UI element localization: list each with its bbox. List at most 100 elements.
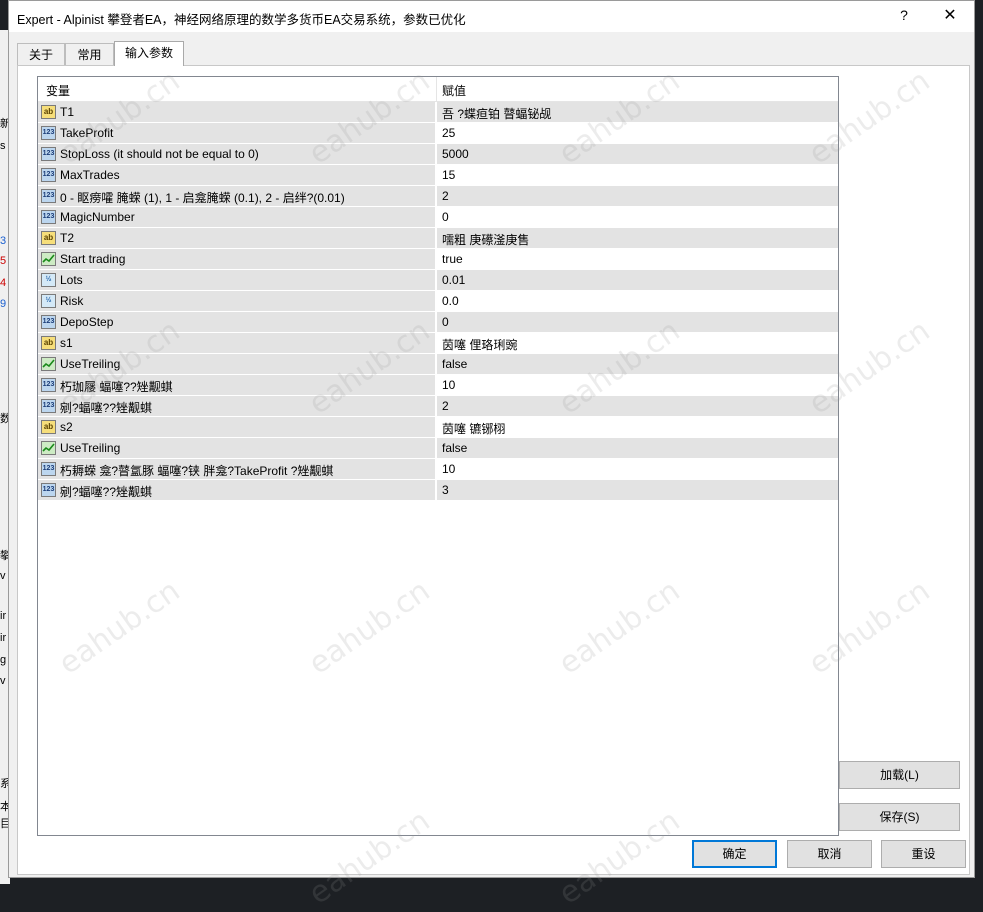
table-row[interactable]: 123 剜?蝠噻??矬觏蜞 3 [38, 480, 838, 501]
tab-common[interactable]: 常用 [65, 43, 114, 65]
value-cell[interactable]: 2 [437, 396, 838, 416]
variable-cell[interactable]: ab T1 [38, 102, 436, 122]
table-row[interactable]: 123 朽耨蝾 龛?瞽氲豚 蝠噻?铗 胖龛?TakeProfit ?矬觏蜞 10 [38, 459, 838, 480]
value-cell[interactable]: 嚅粗 庚礤滏庚售 [437, 228, 838, 248]
value-cell[interactable]: 0 [437, 207, 838, 227]
integer-type-icon: 123 [41, 210, 56, 224]
value-cell[interactable]: 5000 [437, 144, 838, 164]
variable-name: UseTreiling [60, 357, 121, 371]
variable-value[interactable]: 0.0 [442, 294, 459, 308]
ok-button[interactable]: 确定 [692, 840, 777, 868]
reset-button[interactable]: 重设 [881, 840, 966, 868]
value-cell[interactable]: false [437, 354, 838, 374]
variable-value[interactable]: 25 [442, 126, 455, 140]
table-row[interactable]: 123 MagicNumber 0 [38, 207, 838, 228]
table-row[interactable]: 123 朽珈屦 蝠噻??矬觏蜞 10 [38, 375, 838, 396]
variable-value[interactable]: 10 [442, 462, 455, 476]
variable-value[interactable]: 茵噻 俚珞琍豌 [442, 336, 517, 353]
value-cell[interactable]: 3 [437, 480, 838, 500]
value-cell[interactable]: 25 [437, 123, 838, 143]
table-row[interactable]: ab T1 吾 ?蝶疸铂 瞽蝠铋觇 [38, 102, 838, 123]
variable-cell[interactable]: Start trading [38, 249, 436, 269]
variable-value[interactable]: 2 [442, 399, 449, 413]
variable-name: Start trading [60, 252, 126, 266]
variable-value[interactable]: 0.01 [442, 273, 465, 287]
integer-type-icon: 123 [41, 399, 56, 413]
value-cell[interactable]: 0.01 [437, 270, 838, 290]
variable-cell[interactable]: ab s1 [38, 333, 436, 353]
table-row[interactable]: 123 MaxTrades 15 [38, 165, 838, 186]
column-header-variable[interactable]: 变量 [46, 82, 70, 99]
variable-cell[interactable]: 123 0 - 眍痨嚯 腌蝾 (1), 1 - 启龛腌蝾 (0.1), 2 - 启… [38, 186, 436, 206]
variable-value[interactable]: 嚅粗 庚礤滏庚售 [442, 231, 529, 248]
value-cell[interactable]: 茵噻 镳铘栩 [437, 417, 838, 437]
table-row[interactable]: ½ Risk 0.0 [38, 291, 838, 312]
cancel-button[interactable]: 取消 [787, 840, 872, 868]
integer-type-icon: 123 [41, 189, 56, 203]
tab-inputs[interactable]: 输入参数 [114, 41, 184, 66]
table-row[interactable]: ab s1 茵噻 俚珞琍豌 [38, 333, 838, 354]
variable-value[interactable]: 5000 [442, 147, 469, 161]
variable-value[interactable]: 茵噻 镳铘栩 [442, 420, 505, 437]
value-cell[interactable]: 0 [437, 312, 838, 332]
bool-type-icon [41, 441, 56, 455]
variable-cell[interactable]: 123 MaxTrades [38, 165, 436, 185]
variable-value[interactable]: 15 [442, 168, 455, 182]
load-button[interactable]: 加载(L) [839, 761, 960, 789]
variable-cell[interactable]: UseTreiling [38, 354, 436, 374]
variable-value[interactable]: 3 [442, 483, 449, 497]
variable-cell[interactable]: ab T2 [38, 228, 436, 248]
tab-about[interactable]: 关于 [17, 43, 65, 65]
variable-cell[interactable]: 123 StopLoss (it should not be equal to 0… [38, 144, 436, 164]
variable-value[interactable]: 2 [442, 189, 449, 203]
variable-cell[interactable]: 123 MagicNumber [38, 207, 436, 227]
table-row[interactable]: ½ Lots 0.01 [38, 270, 838, 291]
variable-cell[interactable]: ½ Lots [38, 270, 436, 290]
table-row[interactable]: UseTreiling false [38, 354, 838, 375]
table-row[interactable]: 123 0 - 眍痨嚯 腌蝾 (1), 1 - 启龛腌蝾 (0.1), 2 - 启… [38, 186, 838, 207]
variable-value[interactable]: 吾 ?蝶疸铂 瞽蝠铋觇 [442, 105, 551, 122]
value-cell[interactable]: 0.0 [437, 291, 838, 311]
inputs-panel: 变量 赋值 ab T1 吾 ?蝶疸铂 瞽蝠铋觇 123 TakeProfit 25 123 S… [17, 65, 970, 875]
variable-cell[interactable]: ab s2 [38, 417, 436, 437]
variable-value[interactable]: 0 [442, 210, 449, 224]
value-cell[interactable]: 吾 ?蝶疸铂 瞽蝠铋觇 [437, 102, 838, 122]
table-row[interactable]: ab s2 茵噻 镳铘栩 [38, 417, 838, 438]
value-cell[interactable]: true [437, 249, 838, 269]
close-icon[interactable]: ✕ [940, 5, 960, 25]
value-cell[interactable]: 10 [437, 459, 838, 479]
variable-value[interactable]: false [442, 441, 467, 455]
variable-value[interactable]: 10 [442, 378, 455, 392]
value-cell[interactable]: false [437, 438, 838, 458]
variable-cell[interactable]: 123 剜?蝠噻??矬觏蜞 [38, 480, 436, 500]
variable-value[interactable]: true [442, 252, 463, 266]
variable-cell[interactable]: 123 朽珈屦 蝠噻??矬觏蜞 [38, 375, 436, 395]
value-cell[interactable]: 2 [437, 186, 838, 206]
table-row[interactable]: 123 StopLoss (it should not be equal to 0… [38, 144, 838, 165]
variable-cell[interactable]: 123 DepoStep [38, 312, 436, 332]
variable-cell[interactable]: 123 剜?蝠噻??矬觏蜞 [38, 396, 436, 416]
variable-cell[interactable]: 123 朽耨蝾 龛?瞽氲豚 蝠噻?铗 胖龛?TakeProfit ?矬觏蜞 [38, 459, 436, 479]
save-button[interactable]: 保存(S) [839, 803, 960, 831]
table-row[interactable]: 123 DepoStep 0 [38, 312, 838, 333]
value-cell[interactable]: 10 [437, 375, 838, 395]
variable-cell[interactable]: ½ Risk [38, 291, 436, 311]
column-header-value[interactable]: 赋值 [442, 82, 466, 99]
table-row[interactable]: 123 TakeProfit 25 [38, 123, 838, 144]
variable-value[interactable]: 0 [442, 315, 449, 329]
table-row[interactable]: ab T2 嚅粗 庚礤滏庚售 [38, 228, 838, 249]
value-cell[interactable]: 15 [437, 165, 838, 185]
table-row[interactable]: 123 剜?蝠噻??矬觏蜞 2 [38, 396, 838, 417]
variable-name: T1 [60, 105, 75, 119]
variable-value[interactable]: false [442, 357, 467, 371]
help-icon[interactable]: ? [894, 7, 914, 23]
variable-name: 剜?蝠噻??矬觏蜞 [60, 485, 153, 499]
column-divider[interactable] [436, 77, 437, 101]
table-row[interactable]: Start trading true [38, 249, 838, 270]
title-bar[interactable]: Expert - Alpinist 攀登者EA，神经网络原理的数学多货币EA交易… [9, 1, 974, 32]
table-row[interactable]: UseTreiling false [38, 438, 838, 459]
variable-cell[interactable]: UseTreiling [38, 438, 436, 458]
value-cell[interactable]: 茵噻 俚珞琍豌 [437, 333, 838, 353]
table-header: 变量 赋值 [38, 77, 838, 102]
variable-cell[interactable]: 123 TakeProfit [38, 123, 436, 143]
